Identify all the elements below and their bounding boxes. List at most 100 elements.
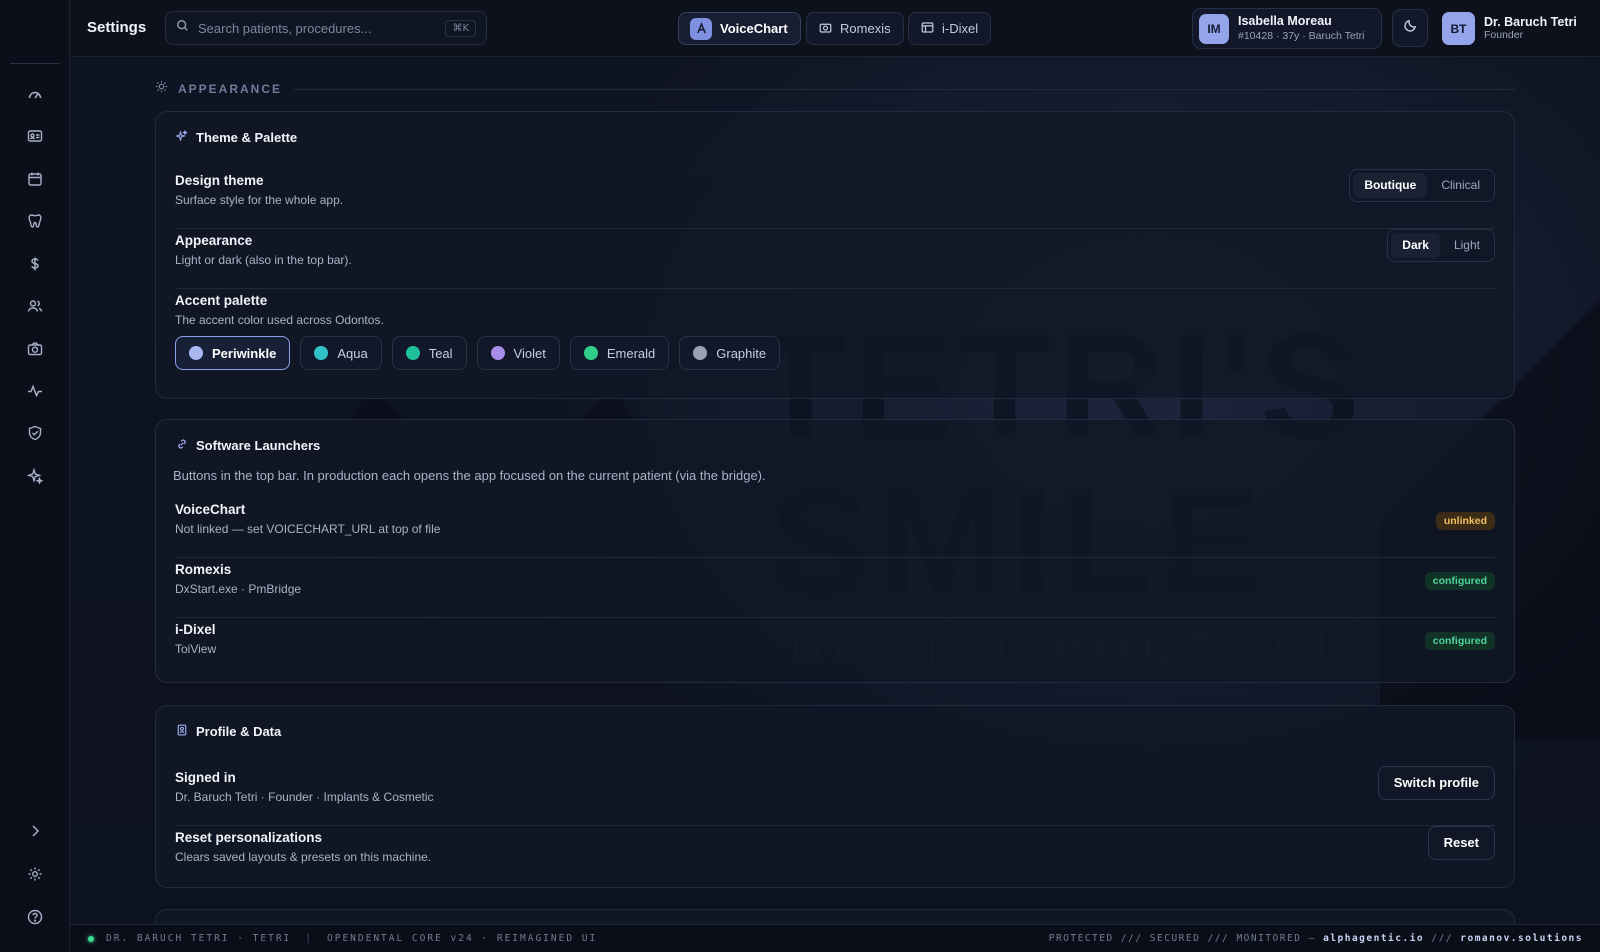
appearance-mode-row: Appearance Light or dark (also in the to… — [175, 229, 1495, 289]
footer-security-text: PROTECTED /// SECURED /// MONITORED — — [1048, 933, 1324, 944]
accent-option-violet[interactable]: Violet — [476, 336, 560, 370]
row-description: Surface style for the whole app. — [175, 193, 344, 207]
swatch-label: Periwinkle — [212, 345, 277, 361]
appearance-mode-toggle: Dark Light — [1387, 229, 1495, 262]
help-icon[interactable] — [22, 904, 48, 930]
page-title: Settings — [87, 19, 147, 36]
dollar-icon[interactable] — [22, 251, 48, 277]
launcher-label: i-Dixel — [942, 21, 979, 36]
launcher-label: Romexis — [840, 21, 891, 36]
search-shortcut: ⌘K — [445, 19, 476, 37]
card-title-text: Profile & Data — [196, 724, 282, 739]
online-status-dot — [88, 935, 94, 942]
voicechart-launch-button[interactable]: VoiceChart — [678, 12, 801, 45]
top-bar: Settings ⌘K VoiceChart Romexis i-Dixel I… — [70, 0, 1600, 57]
card-title: Software Launchers — [176, 438, 320, 453]
swatch-label: Aqua — [337, 345, 368, 361]
footer-link-romanov[interactable]: romanov.solutions — [1460, 933, 1583, 944]
launcher-label: VoiceChart — [720, 21, 788, 36]
design-theme-boutique[interactable]: Boutique — [1353, 173, 1428, 198]
user-menu[interactable]: BT Dr. Baruch Tetri Founder — [1442, 12, 1577, 45]
moon-icon — [1403, 18, 1418, 38]
launcher-row-romexis: Romexis DxStart.exe · PmBridge configure… — [175, 558, 1495, 618]
row-label: Romexis — [175, 562, 232, 577]
idixel-launch-button[interactable]: i-Dixel — [908, 12, 992, 45]
swatch-dot — [583, 346, 598, 360]
appearance-mode-light[interactable]: Light — [1443, 233, 1491, 258]
status-badge: configured — [1424, 632, 1495, 650]
accent-swatches: Periwinkle Aqua Teal Violet Emerald Grap… — [175, 336, 781, 370]
camera-icon[interactable] — [22, 336, 48, 362]
design-theme-toggle: Boutique Clinical — [1349, 169, 1495, 202]
profile-badge-icon — [176, 724, 188, 739]
accent-option-teal[interactable]: Teal — [391, 336, 467, 370]
row-description: The accent color used across Odontos. — [175, 313, 384, 327]
accent-option-periwinkle[interactable]: Periwinkle — [175, 336, 291, 370]
status-badge: unlinked — [1435, 512, 1495, 530]
sidebar-divider — [10, 63, 60, 64]
theme-toggle-button[interactable] — [1392, 9, 1428, 47]
row-description: Dr. Baruch Tetri · Founder · Implants & … — [175, 790, 434, 804]
user-avatar: BT — [1442, 12, 1475, 45]
swatch-label: Teal — [428, 345, 453, 361]
accent-option-aqua[interactable]: Aqua — [300, 336, 382, 370]
swatch-label: Violet — [513, 345, 546, 361]
accent-option-graphite[interactable]: Graphite — [679, 336, 781, 370]
calendar-icon[interactable] — [22, 166, 48, 192]
patients-card-icon[interactable] — [22, 123, 48, 149]
design-theme-row: Design theme Surface style for the whole… — [175, 169, 1495, 229]
swatch-dot — [490, 346, 505, 360]
activity-icon[interactable] — [22, 378, 48, 404]
footer-separator: | — [305, 933, 314, 944]
design-theme-clinical[interactable]: Clinical — [1430, 173, 1491, 198]
gear-icon[interactable] — [22, 861, 48, 887]
sparkle-icon — [174, 129, 188, 145]
row-description: ToiView — [175, 642, 217, 656]
active-patient-chip[interactable]: IM Isabella Moreau #10428 · 37y · Baruch… — [1192, 8, 1382, 49]
reset-button[interactable]: Reset — [1427, 826, 1495, 860]
patient-meta: #10428 · 37y · Baruch Tetri — [1238, 29, 1365, 42]
row-label: Signed in — [175, 770, 236, 785]
sparkle-icon[interactable] — [22, 463, 48, 489]
voicechart-icon — [690, 17, 712, 40]
swatch-label: Graphite — [716, 345, 767, 361]
row-label: VoiceChart — [175, 502, 246, 517]
footer-link-separator: /// — [1424, 933, 1461, 944]
chevron-right-icon[interactable] — [22, 818, 48, 844]
section-header-appearance: APPEARANCE — [155, 80, 1515, 98]
row-description: Not linked — set VOICECHART_URL at top o… — [175, 522, 441, 536]
launchers-intro: Buttons in the top bar. In production ea… — [173, 468, 766, 483]
search-input[interactable] — [198, 20, 428, 36]
accent-option-emerald[interactable]: Emerald — [569, 336, 670, 370]
appearance-mode-dark[interactable]: Dark — [1391, 233, 1440, 258]
signed-in-row: Signed in Dr. Baruch Tetri · Founder · I… — [175, 766, 1495, 826]
status-badge: configured — [1424, 572, 1495, 590]
section-rule — [294, 88, 1515, 90]
sun-icon — [155, 80, 168, 98]
camera-icon — [819, 21, 832, 37]
link-icon — [176, 438, 188, 453]
footer-link-alphagentic[interactable]: alphagentic.io — [1323, 933, 1424, 944]
swatch-dot — [189, 346, 203, 360]
row-description: Clears saved layouts & presets on this m… — [175, 850, 432, 864]
footer-user: DR. BARUCH TETRI · TETRI — [106, 933, 292, 944]
search-box[interactable]: ⌘K — [165, 11, 487, 45]
switch-profile-button[interactable]: Switch profile — [1377, 766, 1495, 800]
footer-security: PROTECTED /// SECURED /// MONITORED — al… — [1049, 933, 1583, 944]
image-viewer-icon — [921, 21, 934, 37]
romexis-launch-button[interactable]: Romexis — [806, 12, 904, 45]
section-label: APPEARANCE — [178, 82, 283, 96]
shield-icon[interactable] — [22, 420, 48, 446]
row-label: i-Dixel — [175, 622, 216, 637]
swatch-dot — [314, 346, 329, 360]
swatch-dot — [693, 346, 708, 360]
users-icon[interactable] — [22, 293, 48, 319]
row-label: Accent palette — [175, 293, 268, 308]
launcher-row-voicechart: VoiceChart Not linked — set VOICECHART_U… — [175, 498, 1495, 558]
row-label: Design theme — [175, 173, 264, 188]
row-description: DxStart.exe · PmBridge — [175, 582, 302, 596]
swatch-dot — [405, 346, 420, 360]
dashboard-icon[interactable] — [22, 81, 48, 107]
tooth-icon[interactable] — [22, 208, 48, 234]
card-title: Profile & Data — [176, 724, 281, 739]
